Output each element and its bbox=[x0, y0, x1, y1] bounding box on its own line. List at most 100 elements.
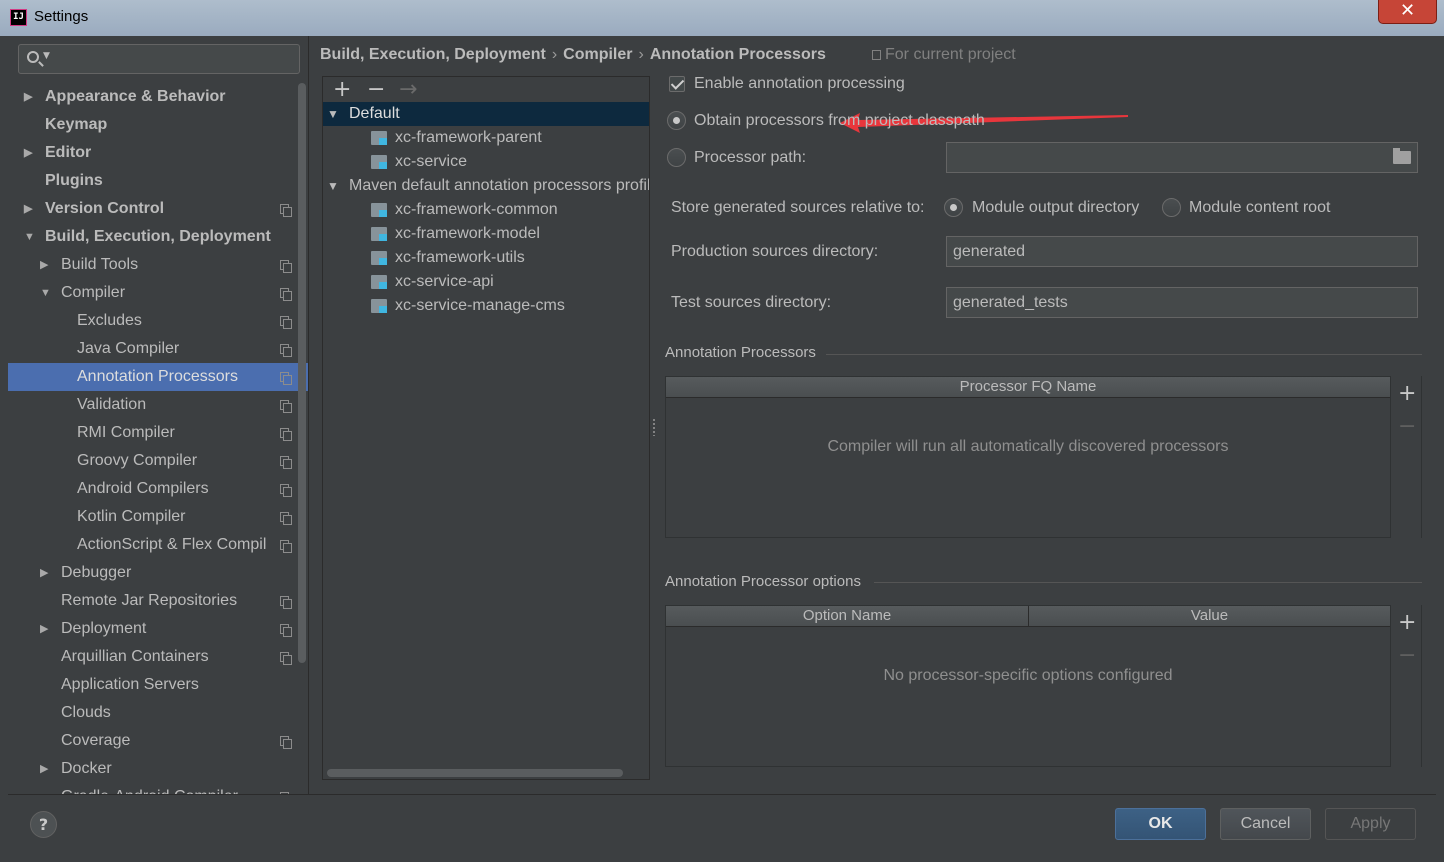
sidebar-item[interactable]: Plugins bbox=[8, 167, 308, 195]
sidebar-item[interactable]: ▶ Debugger bbox=[8, 559, 308, 587]
table-border bbox=[1421, 605, 1422, 767]
profiles-panel: + − → ▼ Default xc-framework-parent xc-serv… bbox=[322, 76, 650, 780]
enable-annotation-processing-label[interactable]: Enable annotation processing bbox=[694, 74, 905, 94]
module-content-root-label[interactable]: Module content root bbox=[1189, 198, 1330, 218]
sidebar-item[interactable]: RMI Compiler bbox=[8, 419, 308, 447]
sidebar-item[interactable]: ActionScript & Flex Compil bbox=[8, 531, 308, 559]
obtain-from-classpath-label[interactable]: Obtain processors from project classpath bbox=[694, 111, 985, 131]
sidebar-item[interactable]: ▶ Build Tools bbox=[8, 251, 308, 279]
cancel-button[interactable]: Cancel bbox=[1220, 808, 1311, 840]
sidebar-item[interactable]: Arquillian Containers bbox=[8, 643, 308, 671]
project-level-settings-icon bbox=[280, 540, 292, 553]
settings-search-input[interactable]: ▼ bbox=[18, 44, 300, 74]
expand-arrow-icon[interactable]: ▶ bbox=[40, 251, 48, 279]
profile-module-row[interactable]: xc-framework-common bbox=[323, 198, 649, 222]
module-output-directory-label[interactable]: Module output directory bbox=[972, 198, 1139, 218]
collapse-arrow-icon[interactable]: ▼ bbox=[40, 279, 51, 307]
sidebar-item[interactable]: Android Compilers bbox=[8, 475, 308, 503]
remove-option-button[interactable]: − bbox=[1398, 645, 1416, 667]
processors-empty-text: Compiler will run all automatically disc… bbox=[827, 438, 1229, 455]
sidebar-item-label: Java Compiler bbox=[77, 340, 180, 357]
sidebar-item[interactable]: Coverage bbox=[8, 727, 308, 755]
module-content-root-radio[interactable] bbox=[1162, 198, 1181, 217]
processor-path-radio[interactable] bbox=[667, 148, 686, 167]
processor-path-field[interactable] bbox=[946, 142, 1418, 173]
profile-row-label: xc-service-api bbox=[395, 273, 494, 290]
sidebar-item[interactable]: Remote Jar Repositories bbox=[8, 587, 308, 615]
add-processor-button[interactable]: + bbox=[1398, 383, 1416, 405]
project-level-settings-icon bbox=[280, 652, 292, 665]
expand-arrow-icon[interactable]: ▶ bbox=[40, 615, 48, 643]
profile-module-row[interactable]: xc-service bbox=[323, 150, 649, 174]
sidebar-item-label: Remote Jar Repositories bbox=[61, 592, 238, 609]
table-border bbox=[1421, 376, 1422, 538]
sidebar-item[interactable]: Clouds bbox=[8, 699, 308, 727]
profile-row-label: Maven default annotation processors prof… bbox=[349, 177, 649, 194]
project-level-settings-icon bbox=[280, 484, 292, 497]
processor-fq-name-column-header[interactable]: Processor FQ Name bbox=[666, 377, 1390, 398]
breadcrumb-separator: › bbox=[551, 46, 558, 63]
sidebar-item[interactable]: ▶ Version Control bbox=[8, 195, 308, 223]
folder-icon[interactable] bbox=[1393, 148, 1411, 164]
sidebar-item-label: Docker bbox=[61, 760, 112, 777]
sidebar-item-label: Keymap bbox=[45, 116, 108, 133]
profile-group-row[interactable]: ▼ Default bbox=[323, 102, 649, 126]
sidebar-item[interactable]: Groovy Compiler bbox=[8, 447, 308, 475]
profile-group-row[interactable]: ▼ Maven default annotation processors pro… bbox=[323, 174, 649, 198]
remove-processor-button[interactable]: − bbox=[1398, 416, 1416, 438]
add-option-button[interactable]: + bbox=[1398, 612, 1416, 634]
sidebar-item[interactable]: ▼ Build, Execution, Deployment bbox=[8, 223, 308, 251]
remove-profile-button[interactable]: − bbox=[367, 78, 385, 102]
enable-annotation-processing-checkbox[interactable] bbox=[669, 76, 685, 92]
option-name-column-header[interactable]: Option Name bbox=[666, 606, 1028, 627]
collapse-arrow-icon[interactable]: ▼ bbox=[24, 223, 35, 251]
module-icon bbox=[371, 251, 387, 265]
sidebar-item[interactable]: Validation bbox=[8, 391, 308, 419]
profiles-horizontal-scrollbar[interactable] bbox=[327, 769, 623, 777]
sidebar-item[interactable]: ▼ Compiler bbox=[8, 279, 308, 307]
profile-module-row[interactable]: xc-service-manage-cms bbox=[323, 294, 649, 318]
module-output-directory-radio[interactable] bbox=[944, 198, 963, 217]
sidebar-item[interactable]: ▶ Editor bbox=[8, 139, 308, 167]
scope-label: For current project bbox=[885, 46, 1016, 63]
sidebar-item[interactable]: Excludes bbox=[8, 307, 308, 335]
test-sources-field[interactable]: generated_tests bbox=[946, 287, 1418, 318]
sidebar-item-label: ActionScript & Flex Compil bbox=[77, 536, 267, 553]
profile-module-row[interactable]: xc-framework-parent bbox=[323, 126, 649, 150]
production-sources-field[interactable]: generated bbox=[946, 236, 1418, 267]
close-button[interactable]: ✕ bbox=[1378, 0, 1437, 24]
sidebar-item[interactable]: Keymap bbox=[8, 111, 308, 139]
splitter-handle[interactable] bbox=[652, 418, 656, 436]
profile-module-row[interactable]: xc-framework-model bbox=[323, 222, 649, 246]
expand-arrow-icon[interactable]: ▶ bbox=[24, 195, 32, 223]
project-level-settings-icon bbox=[280, 512, 292, 525]
sidebar-item[interactable]: Kotlin Compiler bbox=[8, 503, 308, 531]
expand-arrow-icon[interactable]: ▶ bbox=[24, 139, 32, 167]
sidebar-item[interactable]: ▶ Appearance & Behavior bbox=[8, 83, 308, 111]
project-level-settings-icon bbox=[280, 288, 292, 301]
expand-arrow-icon[interactable]: ▶ bbox=[24, 83, 32, 111]
sidebar-divider[interactable] bbox=[308, 36, 309, 794]
add-profile-button[interactable]: + bbox=[333, 78, 351, 102]
profile-module-row[interactable]: xc-framework-utils bbox=[323, 246, 649, 270]
collapse-arrow-icon[interactable]: ▼ bbox=[327, 102, 339, 126]
sidebar-item[interactable]: ▶ Docker bbox=[8, 755, 308, 783]
help-button[interactable]: ? bbox=[30, 811, 57, 838]
project-level-settings-icon bbox=[280, 736, 292, 749]
breadcrumb-annotation-processors: Annotation Processors bbox=[649, 46, 826, 63]
collapse-arrow-icon[interactable]: ▼ bbox=[327, 174, 339, 198]
sidebar-item[interactable]: Application Servers bbox=[8, 671, 308, 699]
processor-path-label[interactable]: Processor path: bbox=[694, 148, 806, 168]
ok-button[interactable]: OK bbox=[1115, 808, 1206, 840]
move-to-profile-button[interactable]: → bbox=[399, 78, 417, 102]
profile-module-row[interactable]: xc-service-api bbox=[323, 270, 649, 294]
apply-button[interactable]: Apply bbox=[1325, 808, 1416, 840]
obtain-from-classpath-radio[interactable] bbox=[667, 111, 686, 130]
value-column-header[interactable]: Value bbox=[1028, 606, 1390, 627]
expand-arrow-icon[interactable]: ▶ bbox=[40, 755, 48, 783]
sidebar-item[interactable]: Java Compiler bbox=[8, 335, 308, 363]
expand-arrow-icon[interactable]: ▶ bbox=[40, 559, 48, 587]
sidebar-item[interactable]: Annotation Processors bbox=[8, 363, 308, 391]
sidebar-item[interactable]: ▶ Deployment bbox=[8, 615, 308, 643]
sidebar-scrollbar[interactable] bbox=[298, 83, 306, 663]
